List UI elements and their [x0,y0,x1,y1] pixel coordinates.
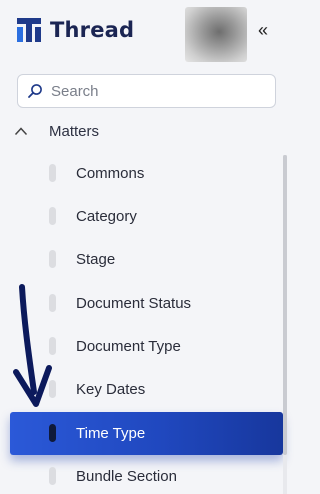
sidebar-item-label: Commons [76,165,145,182]
sidebar-item-document-status[interactable]: Document Status [10,282,283,325]
sidebar-item-stage[interactable]: Stage [10,238,283,281]
thread-logo-icon [16,17,42,43]
search-field[interactable] [17,74,276,108]
sidebar-item-label: Stage [76,251,116,268]
sidebar-item-label: Time Type [76,425,146,442]
item-indicator [49,294,56,312]
sidebar: Thread « Matters Commons Category [0,0,287,494]
sidebar-item-label: Document Status [76,295,192,312]
search-input[interactable] [49,81,249,101]
app-logo[interactable]: Thread [16,17,134,43]
scrollbar-thumb[interactable] [283,155,287,455]
sidebar-item-label: Category [76,208,137,225]
item-indicator [49,424,56,442]
search-icon [27,83,43,99]
item-indicator [49,207,56,225]
sidebar-item-commons[interactable]: Commons [10,152,283,195]
chevron-up-icon [14,124,28,138]
collapse-sidebar-button[interactable]: « [252,18,274,42]
nav-section-matters[interactable]: Matters [14,118,99,144]
item-indicator [49,337,56,355]
item-indicator [49,250,56,268]
sidebar-item-label: Document Type [76,338,181,355]
user-avatar[interactable] [185,7,247,62]
sidebar-item-label: Key Dates [76,381,146,398]
nav-section-label: Matters [49,122,100,140]
sidebar-item-label: Bundle Section [76,468,177,485]
sidebar-scrollbar[interactable] [283,155,287,494]
sidebar-item-time-type[interactable]: Time Type [10,412,283,455]
sidebar-item-category[interactable]: Category [10,195,283,238]
item-indicator [49,467,56,485]
sidebar-header: Thread « [0,0,287,64]
item-indicator [49,380,56,398]
sidebar-item-bundle-section[interactable]: Bundle Section [10,455,283,494]
app-name: Thread [50,18,135,42]
item-indicator [49,164,56,182]
double-chevron-left-icon: « [257,19,268,40]
sidebar-item-document-type[interactable]: Document Type [10,325,283,368]
sidebar-item-key-dates[interactable]: Key Dates [10,368,283,411]
